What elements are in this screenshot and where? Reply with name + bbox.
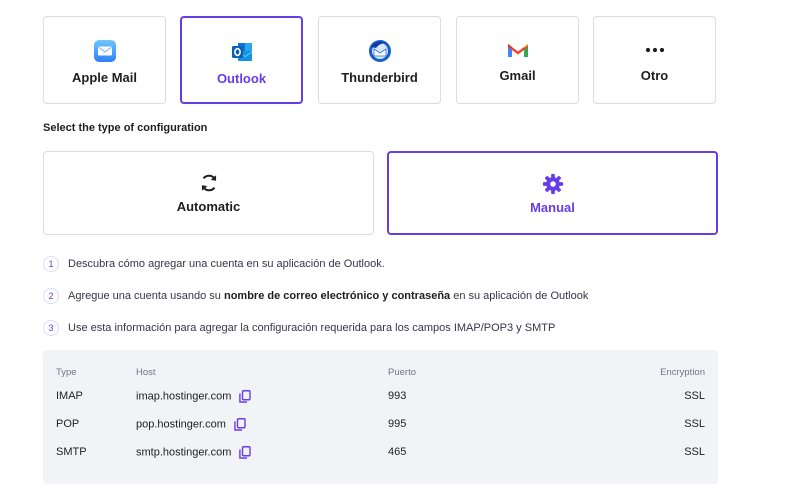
- row-pop-port: 995: [388, 418, 407, 430]
- row-imap-encryption: SSL: [684, 390, 705, 402]
- step-text-bold: nombre de correo electrónico y contraseñ…: [223, 290, 451, 302]
- step-text: Agregue una cuenta usando su nombre de c…: [68, 290, 588, 302]
- client-card-other[interactable]: Otro: [593, 16, 716, 104]
- row-smtp-port: 465: [388, 446, 407, 458]
- sync-icon: [201, 174, 216, 192]
- row-smtp-encryption: SSL: [684, 446, 705, 458]
- config-option-label: Automatic: [176, 199, 241, 214]
- config-heading: Select the type of configuration: [43, 122, 208, 134]
- step-text: Descubra cómo agregar una cuenta en su a…: [68, 258, 385, 270]
- config-option-manual[interactable]: Manual: [387, 151, 718, 235]
- config-option-automatic[interactable]: Automatic: [43, 151, 374, 235]
- client-label: Thunderbird: [341, 70, 418, 85]
- header-encryption: Encryption: [660, 367, 705, 378]
- row-imap-type: IMAP: [56, 390, 83, 402]
- more-icon: [645, 47, 664, 53]
- copy-icon[interactable]: [239, 390, 252, 403]
- config-option-label: Manual: [530, 200, 575, 215]
- client-label: Gmail: [499, 68, 536, 83]
- client-card-outlook[interactable]: Outlook: [180, 16, 303, 104]
- row-pop-type: POP: [56, 418, 80, 430]
- client-label: Outlook: [216, 71, 267, 86]
- client-label: Apple Mail: [71, 70, 137, 85]
- step-number: 2: [43, 288, 59, 304]
- row-imap-port: 993: [388, 390, 407, 402]
- gmail-icon: [507, 44, 528, 57]
- client-card-thunderbird[interactable]: Thunderbird: [318, 16, 441, 104]
- row-imap-host: imap.hostinger.com: [136, 390, 252, 403]
- header-host: Host: [136, 367, 156, 378]
- host-value: pop.hostinger.com: [136, 418, 226, 431]
- step-1: 1 Descubra cómo agregar una cuenta en su…: [43, 255, 385, 273]
- copy-icon[interactable]: [234, 418, 246, 431]
- client-label: Otro: [640, 68, 669, 83]
- step-text: Use esta información para agregar la con…: [68, 322, 556, 334]
- step-2: 2 Agregue una cuenta usando su nombre de…: [43, 287, 588, 305]
- host-value: smtp.hostinger.com: [136, 446, 232, 459]
- thunderbird-icon: [368, 40, 391, 62]
- step-number: 1: [43, 256, 59, 272]
- host-value: imap.hostinger.com: [136, 390, 232, 403]
- step-number: 3: [43, 320, 59, 336]
- server-settings-table: Type Host Puerto Encryption IMAP imap.ho…: [43, 350, 718, 484]
- row-pop-encryption: SSL: [684, 418, 705, 430]
- gear-icon: [542, 173, 563, 195]
- row-smtp-type: SMTP: [56, 446, 87, 458]
- copy-icon[interactable]: [239, 446, 252, 459]
- header-port: Puerto: [388, 367, 416, 378]
- step-text-pre: Agregue una cuenta usando su: [68, 290, 224, 302]
- client-card-apple-mail[interactable]: Apple Mail: [43, 16, 166, 104]
- apple-mail-icon: [93, 40, 116, 62]
- step-text-post: en su aplicación de Outlook: [450, 290, 589, 302]
- row-pop-host: pop.hostinger.com: [136, 418, 246, 431]
- step-3: 3 Use esta información para agregar la c…: [43, 319, 555, 337]
- row-smtp-host: smtp.hostinger.com: [136, 446, 252, 459]
- outlook-icon: [231, 43, 252, 61]
- client-card-gmail[interactable]: Gmail: [456, 16, 579, 104]
- header-type: Type: [56, 367, 77, 378]
